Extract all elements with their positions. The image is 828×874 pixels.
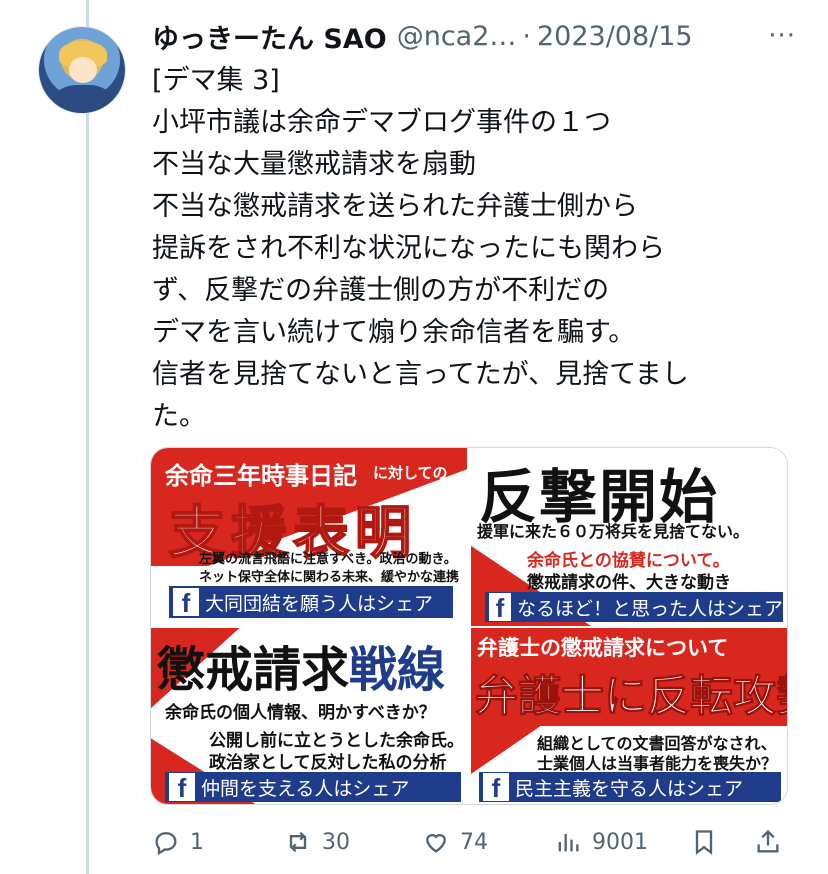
retweet-icon (289, 831, 307, 853)
facebook-icon: f (489, 593, 511, 623)
tile4-share-banner: f 民主主義を守る人はシェア (479, 772, 781, 803)
facebook-icon: f (169, 773, 195, 803)
tile3-headline-right: 戦線 (349, 642, 446, 698)
bookmark-button[interactable] (690, 820, 718, 864)
tweet-text-line: 不当な大量懲戒請求を扇動 (152, 149, 476, 180)
retweet-button[interactable]: 30 (284, 820, 350, 864)
like-count: 74 (460, 829, 488, 855)
tile3-share-text: 仲間を支える人はシェア (201, 777, 410, 800)
media-image-counterattack[interactable]: 反撃開始 援軍に来た６０万将兵を見捨てない。 余命氏との協賛について。 懲戒請求… (471, 448, 787, 626)
tweet-text-line: 小坪市議は余命デマブログ事件の１つ (152, 107, 611, 138)
reply-button[interactable]: 1 (152, 820, 204, 864)
avatar-body-shape (53, 85, 113, 113)
bookmark-icon (695, 830, 713, 855)
tweet-header: ゆっきーたん SAO @nca2… · 2023/08/15 ··· (152, 16, 802, 56)
tweet-text-line: 不当な懲戒請求を送られた弁護士側から (152, 191, 638, 222)
media-image-support[interactable]: 余命三年時事日記 に対しての 支援表明 左翼の流言飛語に注意すべき。政治の動き。… (151, 448, 467, 626)
tile3-headline-left: 懲戒請求 (157, 642, 350, 698)
media-grid: 余命三年時事日記 に対しての 支援表明 左翼の流言飛語に注意すべき。政治の動き。… (150, 447, 788, 805)
reply-icon (155, 832, 177, 856)
views-button[interactable]: 9001 (554, 820, 648, 864)
view-count: 9001 (592, 829, 648, 855)
retweet-count: 30 (322, 829, 350, 855)
tweet-text-line: た。 (152, 401, 206, 432)
tile4-share-text: 民主主義を守る人はシェア (515, 777, 744, 800)
tweet-text: [デマ集 3] 小坪市議は余命デマブログ事件の１つ 不当な大量懲戒請求を扇動 不… (152, 60, 782, 438)
tile4-sub2: 士業個人は当事者能力を喪失か？ (537, 754, 778, 773)
tweet-text-line: ず、反撃だの弁護士側の方が不利だの (152, 275, 610, 306)
share-button[interactable] (754, 820, 782, 864)
tile1-sub2: ネット保守全体に関わる未来、緩やかな連携 (199, 570, 460, 585)
tile1-top: 余命三年時事日記 (165, 462, 357, 490)
like-button[interactable]: 74 (422, 820, 488, 864)
tile2-sub3: 懲戒請求の件、大きな動き (527, 573, 731, 593)
tweet-text-line: デマを言い続けて煽り余命信者を騙す。 (152, 317, 636, 348)
tile1-top-small: に対しての (373, 464, 448, 482)
tweet-text-line: 信者を見捨てないと言ってたが、見捨てまし (152, 359, 689, 390)
facebook-icon: f (173, 588, 199, 618)
tile1-sub1: 左翼の流言飛語に注意すべき。政治の動き。 (199, 552, 457, 567)
tile1-share-banner: f 大同団結を願う人はシェア (169, 586, 453, 618)
tile3-share-banner: f 仲間を支える人はシェア (165, 772, 461, 803)
media-image-disciplinary-front[interactable]: 懲戒請求戦線 余命氏の個人情報、明かすべきか？ 公開し前に立とうとした余命氏。 … (151, 628, 467, 804)
views-icon (558, 833, 579, 852)
tile2-sub1: 援軍に来た６０万将兵を見捨てない。 (477, 522, 750, 541)
reply-count: 1 (190, 829, 204, 855)
tweet-actions: 1 30 74 9001 (152, 820, 792, 864)
tile3-sub3: 政治家として反対した私の分析 (209, 753, 447, 773)
avatar-face-shape (69, 57, 97, 83)
tile2-share-text: なるほど！と思った人はシェア (516, 597, 783, 620)
tile2-share-banner: f なるほど！と思った人はシェア (485, 592, 783, 623)
facebook-icon: f (483, 773, 509, 803)
tile4-top: 弁護士の懲戒請求について (477, 636, 729, 660)
tile1-share-text: 大同団結を願う人はシェア (205, 592, 434, 615)
share-icon (757, 829, 779, 853)
display-name[interactable]: ゆっきーたん SAO (152, 17, 387, 56)
tweet-date[interactable]: 2023/08/15 (537, 21, 693, 52)
tile3-sub1: 余命氏の個人情報、明かすべきか？ (165, 703, 436, 723)
tweet-text-line: [デマ集 3] (152, 65, 280, 96)
media-image-lawyer-reversal[interactable]: 弁護士の懲戒請求について 弁護士に反転攻勢 組織としての文書回答がなされ、 士業… (471, 628, 788, 804)
avatar[interactable] (38, 26, 126, 114)
more-options-icon[interactable]: ··· (768, 16, 796, 56)
tweet-text-line: 提訴をされ不利な状況になったにも関わら (152, 233, 665, 264)
separator-dot: · (522, 20, 531, 52)
tile3-headline: 懲戒請求戦線 (157, 630, 445, 700)
heart-icon (426, 834, 446, 853)
thread-line (86, 0, 89, 874)
tile4-headline: 弁護士に反転攻勢 (475, 672, 788, 723)
user-handle[interactable]: @nca2… (397, 21, 517, 52)
